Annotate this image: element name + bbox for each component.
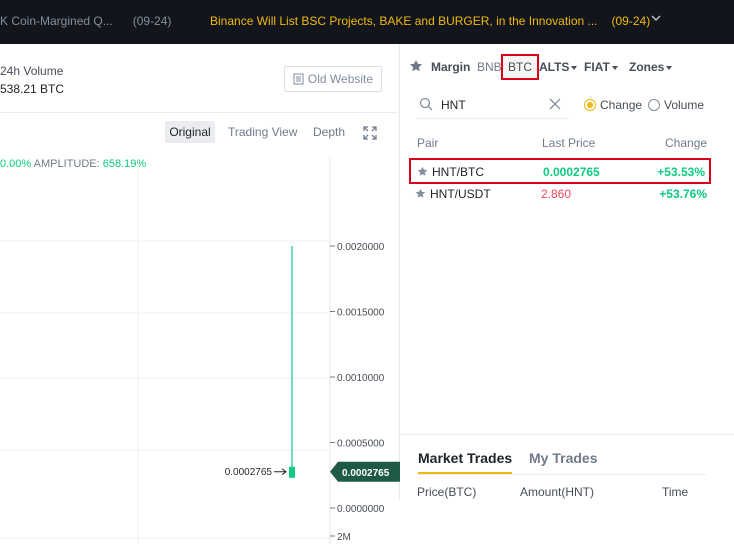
y-tick-label: 0.0005000 [337,439,385,450]
announcement-left-text[interactable]: K Coin-Margined Q... [0,14,113,28]
announcement-left-date: (09-24) [132,14,172,28]
tab-zones[interactable]: Zones [629,60,673,74]
pair-name: HNT/USDT [430,187,491,201]
change-percent: +53.76% [659,187,707,201]
col-header-pair[interactable]: Pair [417,136,438,150]
trades-header-price: Price(BTC) [417,485,477,499]
favorites-star-icon[interactable] [409,59,423,73]
divider [418,474,706,475]
announcement-main-text[interactable]: Binance Will List BSC Projects, BAKE and… [210,14,598,28]
chevron-down-icon[interactable] [650,12,662,24]
search-icon [419,97,433,111]
pair-name: HNT/BTC [432,165,484,179]
chart-panel: 24h Volume 538.21 BTC Old Website Origin… [0,44,400,544]
top-announcement-bar: K Coin-Margined Q... (09-24) Binance Will… [0,0,734,44]
market-panel: Margin BNB BTC ALTS FIAT Zones Change Vo… [401,44,734,500]
radio-volume[interactable]: Volume [648,98,704,112]
col-header-last-price[interactable]: Last Price [542,136,595,150]
tab-alts[interactable]: ALTS [539,60,578,74]
trades-header-amount: Amount(HNT) [520,485,595,499]
tab-alts-label: ALTS [539,60,570,74]
price-chart[interactable]: 0.0020000 0.0015000 0.0010000 0.0005000 0.00… [0,88,400,544]
radio-unselected-icon [648,99,660,111]
market-row[interactable]: HNT/USDT 2.860 +53.76% [409,182,711,208]
close-icon[interactable] [548,97,562,111]
tab-margin[interactable]: Margin [431,60,470,74]
last-price-tag-label: 0.0002765 [342,468,390,479]
radio-change-label: Change [600,98,643,112]
volume-label: 24h Volume [0,64,64,78]
star-icon[interactable] [417,166,428,177]
announcement-main-date: (09-24) [611,14,651,28]
y-tick-label: 0.0000000 [337,504,385,515]
price-candle [289,466,295,478]
divider [401,434,734,435]
last-price: 0.0002765 [543,165,600,179]
col-header-change[interactable]: Change [665,136,707,150]
star-icon[interactable] [415,188,426,199]
last-price-annotation: 0.0002765 [225,467,273,478]
caret-down-icon [571,65,578,70]
volume-tick-label: 2M [337,532,351,543]
tab-zones-label: Zones [629,60,665,74]
y-tick-label: 0.0015000 [337,308,385,319]
tab-market-trades[interactable]: Market Trades [418,450,512,466]
trades-header-time: Time [662,485,689,499]
tab-my-trades[interactable]: My Trades [529,450,597,466]
announcement-left[interactable]: K Coin-Margined Q... (09-24) [0,14,171,28]
y-tick-label: 0.0020000 [337,242,385,253]
announcement-main[interactable]: Binance Will List BSC Projects, BAKE and… [210,14,650,28]
tab-fiat[interactable]: FIAT [584,60,618,74]
search-input[interactable] [441,96,541,114]
tab-btc[interactable]: BTC [501,54,539,80]
tab-bnb[interactable]: BNB [477,60,502,74]
radio-change[interactable]: Change [584,98,642,112]
market-row[interactable]: HNT/BTC 0.0002765 +53.53% [409,158,711,184]
y-tick-label: 0.0010000 [337,373,385,384]
radio-volume-label: Volume [664,98,705,112]
change-percent: +53.53% [657,165,705,179]
caret-down-icon [666,65,673,70]
radio-selected-icon [584,99,596,111]
search-box [417,91,569,119]
document-icon [293,73,304,85]
arrow-right-icon [274,468,287,476]
old-website-label: Old Website [307,72,374,86]
last-price: 2.860 [541,187,572,201]
tab-fiat-label: FIAT [584,60,610,74]
caret-down-icon [611,65,618,70]
